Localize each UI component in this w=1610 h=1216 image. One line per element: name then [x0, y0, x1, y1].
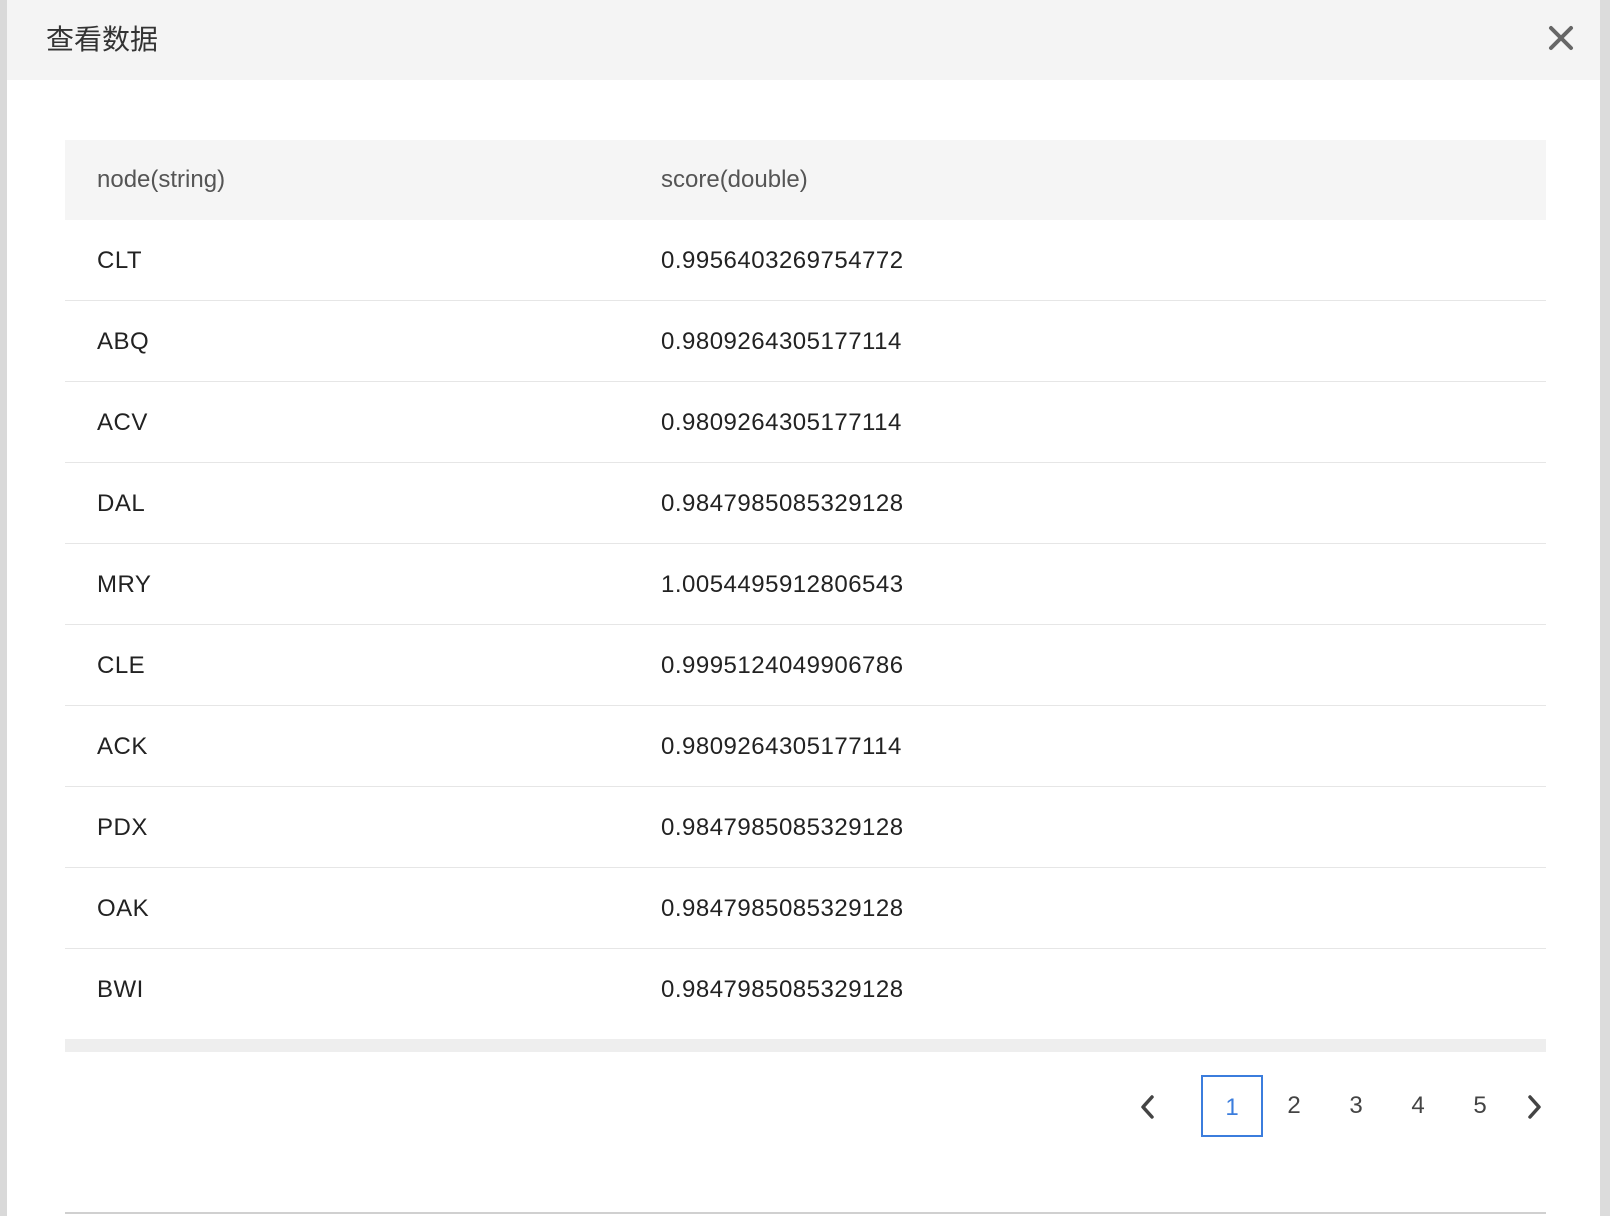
close-icon [1549, 26, 1573, 50]
next-page-button[interactable] [1503, 1075, 1565, 1137]
node-cell: ACV [97, 409, 148, 436]
table-row: CLT 0.9956403269754772 [65, 220, 1546, 301]
page-button-3[interactable]: 3 [1325, 1075, 1387, 1137]
chevron-left-icon [1141, 1094, 1154, 1119]
score-cell: 0.9847985085329128 [661, 490, 904, 517]
score-cell: 0.9809264305177114 [661, 409, 902, 436]
background-page-edge-left [0, 0, 7, 1216]
node-cell: OAK [97, 895, 150, 922]
table-row: DAL 0.9847985085329128 [65, 463, 1546, 544]
node-cell: CLE [97, 652, 146, 679]
score-cell: 0.9956403269754772 [661, 247, 904, 274]
node-cell: BWI [97, 976, 144, 1003]
score-cell: 0.9847985085329128 [661, 976, 904, 1003]
score-cell: 1.0054495912806543 [661, 571, 904, 598]
table-row: MRY 1.0054495912806543 [65, 544, 1546, 625]
table-row: PDX 0.9847985085329128 [65, 787, 1546, 868]
score-cell: 0.9809264305177114 [661, 328, 902, 355]
page-button-5[interactable]: 5 [1449, 1075, 1511, 1137]
dialog-header: 查看数据 [7, 0, 1600, 80]
page-button-2[interactable]: 2 [1263, 1075, 1325, 1137]
page-button-1[interactable]: 1 [1201, 1075, 1263, 1137]
dialog-footer-divider [65, 1212, 1546, 1214]
horizontal-scrollbar[interactable] [65, 1039, 1546, 1052]
table-row: ACK 0.9809264305177114 [65, 706, 1546, 787]
table-row: CLE 0.9995124049906786 [65, 625, 1546, 706]
column-header-node: node(string) [97, 166, 226, 193]
node-cell: PDX [97, 814, 148, 841]
data-table: node(string) score(double) CLT 0.99564032… [65, 140, 1546, 1030]
table-header: node(string) score(double) [65, 140, 1546, 220]
table-row: OAK 0.9847985085329128 [65, 868, 1546, 949]
close-button[interactable] [1543, 20, 1579, 56]
table-row: BWI 0.9847985085329128 [65, 949, 1546, 1030]
previous-page-button[interactable] [1117, 1075, 1179, 1137]
node-cell: DAL [97, 490, 146, 517]
node-cell: ABQ [97, 328, 150, 355]
view-data-dialog: 查看数据 node(string) score(double) CLT 0.995… [7, 0, 1600, 1216]
background-page-edge-right [1600, 0, 1610, 1216]
node-cell: ACK [97, 733, 148, 760]
table-body: CLT 0.9956403269754772 ABQ 0.98092643051771… [65, 220, 1546, 1030]
table-row: ABQ 0.9809264305177114 [65, 301, 1546, 382]
score-cell: 0.9847985085329128 [661, 895, 904, 922]
chevron-right-icon [1528, 1094, 1541, 1119]
column-header-score: score(double) [661, 166, 808, 193]
score-cell: 0.9847985085329128 [661, 814, 904, 841]
table-row: ACV 0.9809264305177114 [65, 382, 1546, 463]
node-cell: CLT [97, 247, 143, 274]
score-cell: 0.9809264305177114 [661, 733, 902, 760]
score-cell: 0.9995124049906786 [661, 652, 904, 679]
page-button-4[interactable]: 4 [1387, 1075, 1449, 1137]
dialog-title: 查看数据 [46, 23, 159, 56]
node-cell: MRY [97, 571, 152, 598]
